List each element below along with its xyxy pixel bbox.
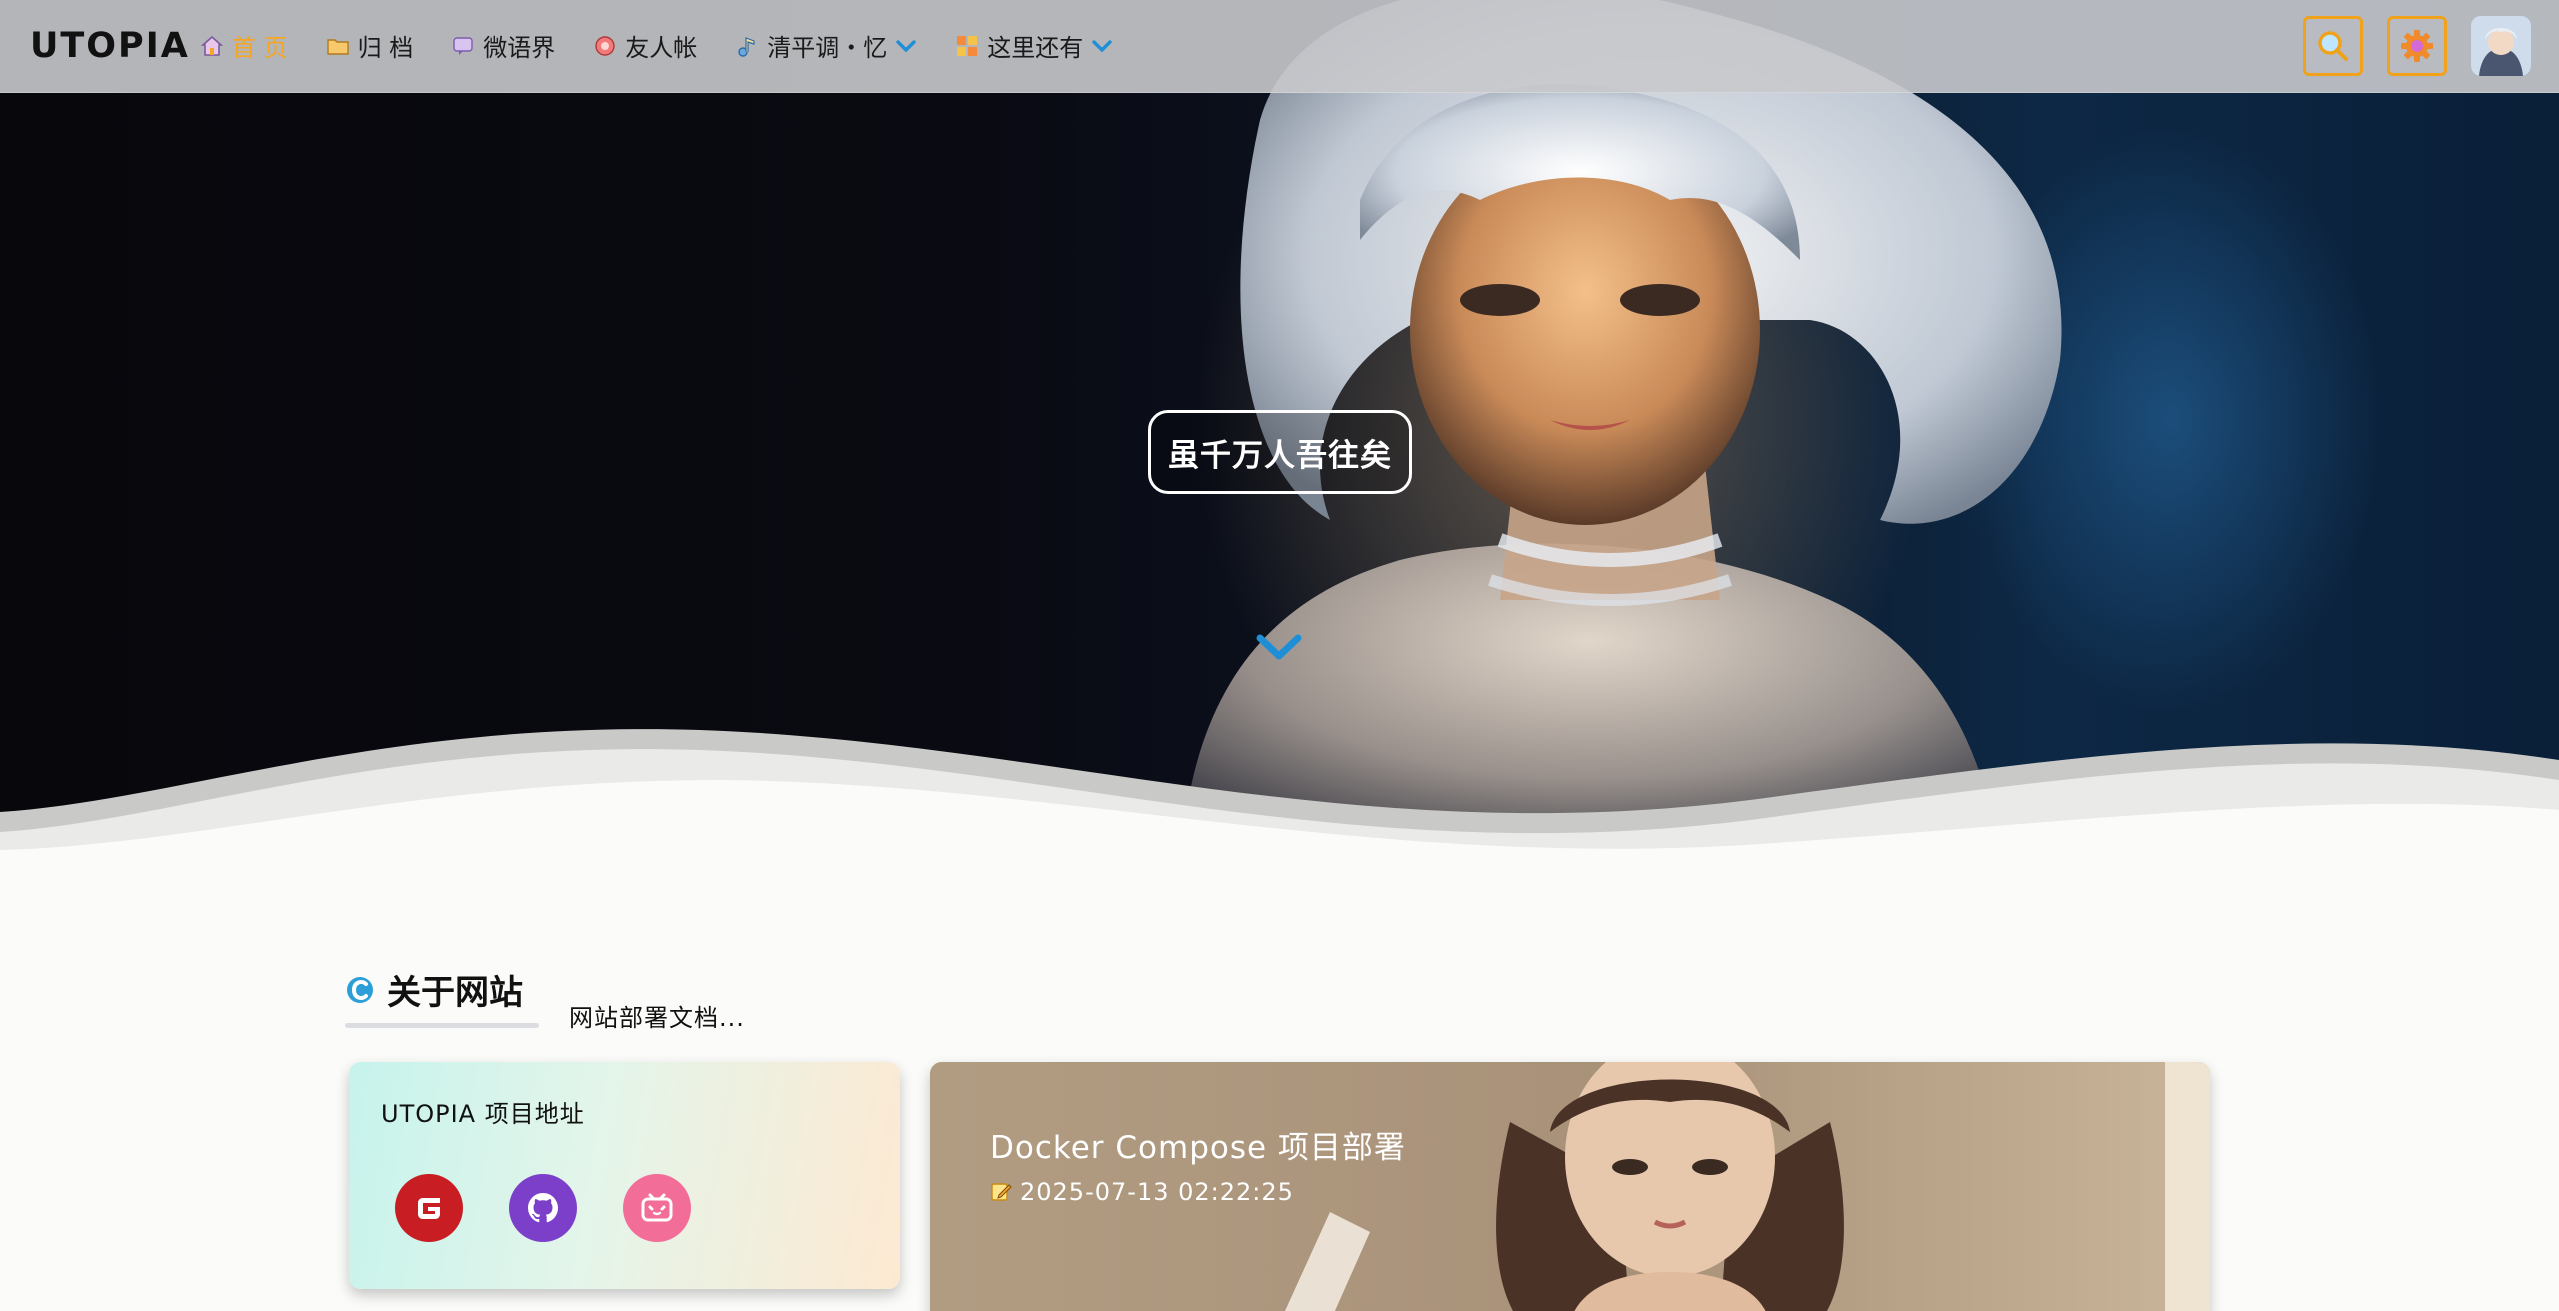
search-icon (2318, 31, 2348, 61)
post-title[interactable]: Docker Compose 项目部署 (990, 1122, 1406, 1167)
page: 虽千万人吾往矣 UTOPIA 首 页 归 档 微语界 友人帐 清平调・忆 这里还… (0, 0, 2559, 1311)
chevron-down-icon (1092, 39, 1112, 52)
gear-icon (2401, 30, 2433, 62)
project-card-title: UTOPIA 项目地址 (381, 1100, 585, 1128)
github-link[interactable] (509, 1174, 577, 1242)
chevron-down-icon[interactable] (1254, 628, 1304, 668)
section-title: 关于网站 (345, 965, 523, 1014)
bilibili-link[interactable] (623, 1174, 691, 1242)
settings-button[interactable] (2387, 16, 2447, 76)
brand-logo[interactable]: UTOPIA (30, 26, 190, 66)
project-card: UTOPIA 项目地址 (349, 1062, 900, 1289)
section-title-text: 关于网站 (387, 973, 523, 1013)
nav-label-music: 清平调・忆 (767, 34, 888, 62)
section-subtitle[interactable]: 网站部署文档... (569, 998, 745, 1033)
nav-label-friends: 友人帐 (625, 34, 698, 62)
hero-banner: 虽千万人吾往矣 (0, 0, 2559, 870)
nav-item-moments[interactable]: 微语界 (451, 28, 555, 63)
nav-actions (2279, 16, 2531, 76)
post-date-text: 2025-07-13 02:22:25 (1020, 1178, 1294, 1206)
github-icon (528, 1193, 558, 1223)
grid-icon (957, 35, 978, 56)
gitee-icon (418, 1198, 440, 1219)
edit-icon (991, 1183, 1012, 1201)
nav-item-more[interactable]: 这里还有 (955, 28, 1113, 63)
gitee-link[interactable] (395, 1174, 463, 1242)
folder-icon (326, 38, 349, 55)
section-underline (345, 1023, 539, 1028)
music-icon (738, 36, 755, 57)
post-card[interactable]: Docker Compose 项目部署 2025-07-13 02:22:25 (930, 1062, 2210, 1311)
nav-label-home: 首 页 (232, 34, 288, 62)
avatar-image (2471, 16, 2531, 76)
nav-item-music[interactable]: 清平调・忆 (735, 28, 917, 63)
chat-icon (453, 36, 473, 55)
search-button[interactable] (2303, 16, 2363, 76)
about-section-header: 关于网站 (345, 965, 539, 1028)
hero-wave-divider (0, 729, 2559, 870)
chevron-down-icon (896, 39, 916, 52)
home-icon (200, 35, 224, 56)
bilibili-icon (641, 1193, 673, 1222)
nav-item-archive[interactable]: 归 档 (326, 28, 414, 63)
social-links (395, 1174, 737, 1242)
nav-item-friends[interactable]: 友人帐 (593, 28, 697, 63)
nav-label-moments: 微语界 (483, 34, 556, 62)
hero-tagline: 虽千万人吾往矣 (1148, 410, 1412, 494)
top-navbar: UTOPIA 首 页 归 档 微语界 友人帐 清平调・忆 这里还有 (0, 0, 2559, 93)
friends-icon (595, 35, 615, 56)
nav-label-archive: 归 档 (357, 34, 414, 62)
nav-menu: 首 页 归 档 微语界 友人帐 清平调・忆 这里还有 (200, 28, 1151, 63)
site-c-icon (347, 976, 373, 1003)
nav-item-home[interactable]: 首 页 (200, 28, 288, 63)
avatar[interactable] (2471, 16, 2531, 76)
nav-label-more: 这里还有 (987, 34, 1084, 62)
post-date: 2025-07-13 02:22:25 (990, 1178, 1294, 1206)
